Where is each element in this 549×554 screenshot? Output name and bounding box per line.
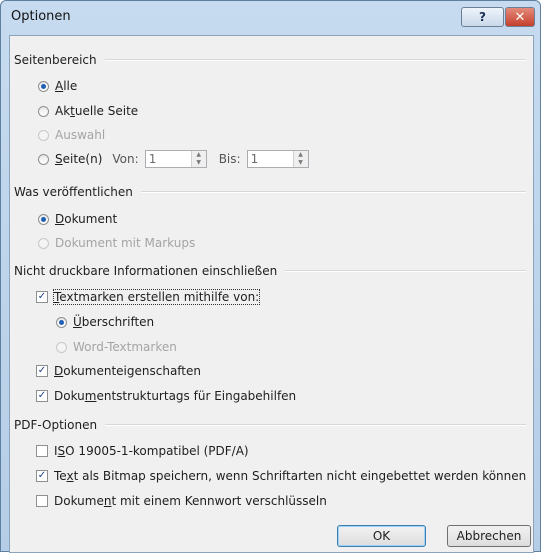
- group-veroeffentlichen-heading: Was veröffentlichen: [14, 185, 133, 199]
- options-dialog: Optionen ? ✕ Seitenbereich Alle Aktuelle…: [0, 0, 541, 553]
- checkbox-textmarken-label: Textmarken erstellen mithilfe von:: [52, 289, 261, 305]
- radio-dokument[interactable]: Dokument: [38, 212, 117, 226]
- help-icon: ?: [479, 10, 486, 24]
- checkbox-indicator[interactable]: ✓: [36, 291, 48, 303]
- background-edge: [541, 0, 549, 554]
- checkbox-indicator[interactable]: ✓: [36, 390, 48, 402]
- checkbox-indicator[interactable]: [36, 495, 48, 507]
- close-button[interactable]: ✕: [505, 7, 535, 27]
- divider: [105, 424, 526, 426]
- checkbox-dokumenteigenschaften-label: Dokumenteigenschaften: [54, 364, 201, 378]
- spin-down-icon[interactable]: ▼: [191, 159, 206, 167]
- radio-indicator[interactable]: [38, 153, 49, 165]
- dialog-title: Optionen: [11, 9, 71, 24]
- bis-spin-arrows[interactable]: ▲ ▼: [292, 151, 308, 167]
- radio-auswahl-label: Auswahl: [55, 128, 106, 142]
- ok-button[interactable]: OK: [337, 525, 426, 547]
- radio-indicator[interactable]: [56, 316, 67, 328]
- checkbox-dokumenteigenschaften[interactable]: ✓ Dokumenteigenschaften: [36, 364, 201, 378]
- radio-alle[interactable]: Alle: [38, 79, 77, 93]
- spin-up-icon[interactable]: ▲: [191, 151, 206, 159]
- von-value[interactable]: 1: [146, 151, 191, 167]
- checkbox-indicator[interactable]: ✓: [36, 365, 48, 377]
- checkbox-strukturtags-label: Dokumentstrukturtags für Eingabehilfen: [54, 389, 297, 403]
- group-nicht-druckbar-heading: Nicht druckbare Informationen einschließ…: [14, 264, 278, 278]
- radio-dokument-mit-markups: Dokument mit Markups: [38, 236, 195, 250]
- title-bar[interactable]: Optionen ? ✕: [1, 1, 540, 35]
- radio-indicator: [38, 129, 49, 141]
- group-seitenbereich: Seitenbereich: [14, 53, 526, 67]
- radio-auswahl: Auswahl: [38, 128, 105, 142]
- von-label: Von:: [112, 152, 139, 166]
- radio-aktuelle-seite-label: Aktuelle Seite: [55, 104, 139, 118]
- radio-seiten[interactable]: Seite(n) Von: 1 ▲ ▼ Bis: 1 ▲ ▼: [38, 150, 309, 168]
- checkbox-textmarken[interactable]: ✓ Textmarken erstellen mithilfe von:: [36, 289, 261, 305]
- help-button[interactable]: ?: [461, 7, 504, 27]
- von-spinner[interactable]: 1 ▲ ▼: [144, 150, 207, 168]
- group-nicht-druckbar: Nicht druckbare Informationen einschließ…: [14, 264, 526, 278]
- bis-spinner[interactable]: 1 ▲ ▼: [246, 150, 309, 168]
- radio-indicator: [56, 341, 67, 353]
- close-icon: ✕: [514, 9, 526, 25]
- spin-up-icon[interactable]: ▲: [293, 151, 308, 159]
- checkbox-kennwort[interactable]: Dokument mit einem Kennwort verschlüssel…: [36, 494, 327, 508]
- radio-alle-label: Alle: [55, 79, 78, 93]
- checkbox-bitmap[interactable]: ✓ Text als Bitmap speichern, wenn Schrif…: [36, 469, 526, 483]
- checkbox-indicator[interactable]: [36, 445, 48, 457]
- checkbox-indicator[interactable]: ✓: [36, 470, 48, 482]
- radio-seiten-label: Seite(n): [55, 152, 103, 166]
- radio-dokument-mit-markups-label: Dokument mit Markups: [55, 236, 196, 250]
- divider: [285, 270, 526, 272]
- group-pdf-optionen-heading: PDF-Optionen: [14, 418, 98, 432]
- checkbox-iso[interactable]: ISO 19005-1-kompatibel (PDF/A): [36, 444, 249, 458]
- group-veroeffentlichen: Was veröffentlichen: [14, 185, 526, 199]
- divider: [140, 191, 526, 193]
- spin-down-icon[interactable]: ▼: [293, 159, 308, 167]
- divider: [104, 59, 526, 61]
- cancel-button[interactable]: Abbrechen: [447, 525, 531, 547]
- checkbox-strukturtags[interactable]: ✓ Dokumentstrukturtags für Eingabehilfen: [36, 389, 296, 403]
- radio-ueberschriften-label: Überschriften: [73, 315, 155, 329]
- radio-indicator[interactable]: [38, 213, 49, 225]
- dialog-client-area: Seitenbereich Alle Aktuelle Seite Auswah…: [9, 35, 534, 553]
- radio-indicator[interactable]: [38, 80, 49, 92]
- radio-aktuelle-seite[interactable]: Aktuelle Seite: [38, 104, 138, 118]
- checkbox-bitmap-label: Text als Bitmap speichern, wenn Schrifta…: [54, 469, 527, 483]
- group-seitenbereich-heading: Seitenbereich: [14, 53, 97, 67]
- radio-indicator[interactable]: [38, 105, 49, 117]
- radio-word-textmarken-label: Word-Textmarken: [73, 340, 177, 354]
- checkbox-iso-label: ISO 19005-1-kompatibel (PDF/A): [54, 444, 249, 458]
- group-pdf-optionen: PDF-Optionen: [14, 418, 526, 432]
- radio-ueberschriften[interactable]: Überschriften: [56, 315, 154, 329]
- radio-word-textmarken: Word-Textmarken: [56, 340, 177, 354]
- bis-label: Bis:: [218, 152, 241, 166]
- bis-value[interactable]: 1: [248, 151, 293, 167]
- radio-dokument-label: Dokument: [55, 212, 118, 226]
- von-spin-arrows[interactable]: ▲ ▼: [190, 151, 206, 167]
- radio-indicator: [38, 237, 49, 249]
- checkbox-kennwort-label: Dokument mit einem Kennwort verschlüssel…: [54, 494, 327, 508]
